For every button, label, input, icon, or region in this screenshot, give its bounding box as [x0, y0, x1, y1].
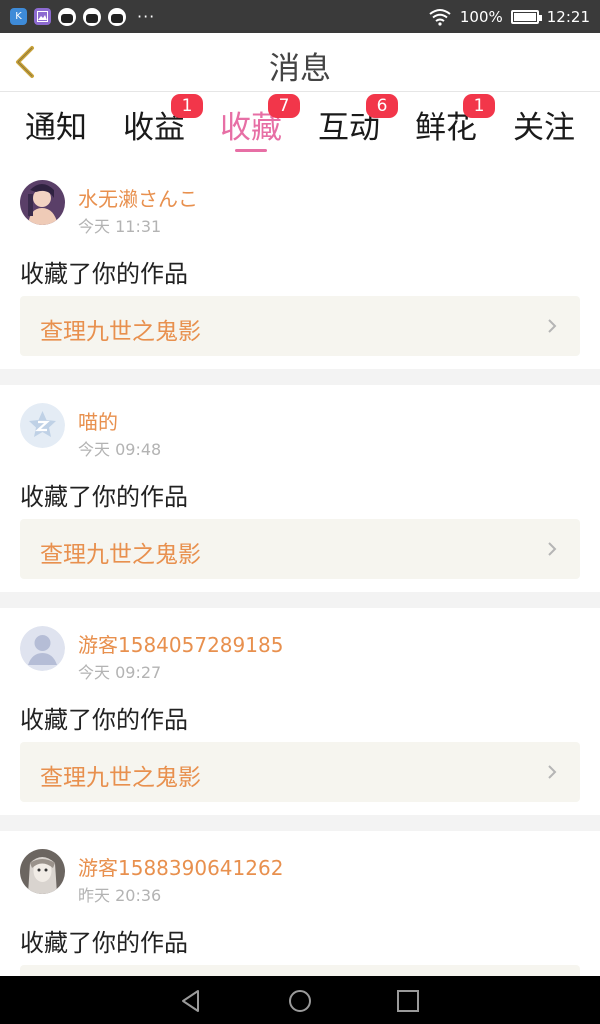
pet-app-icon	[83, 7, 101, 26]
chevron-right-icon	[548, 765, 557, 779]
status-bar: K ··· 100% 12:21	[0, 0, 600, 33]
battery-icon	[510, 9, 542, 24]
pet-app-icon	[108, 7, 126, 26]
chevron-right-icon	[548, 319, 557, 333]
unread-badge: 7	[268, 94, 300, 118]
timestamp: 今天 11:31	[78, 217, 162, 236]
battery-percentage: 100%	[459, 7, 503, 26]
action-text: 收藏了你的作品	[20, 260, 188, 288]
pet-app-icon	[58, 7, 76, 26]
page-title: 消息	[269, 51, 331, 87]
work-link[interactable]: 查理九世之鬼影	[20, 519, 580, 579]
tab-follows[interactable]: 关注	[499, 102, 589, 158]
tab-notifications[interactable]: 通知	[11, 102, 101, 158]
clock: 12:21	[546, 7, 590, 26]
list-item: 游客1584057289185 今天 09:27 收藏了你的作品 查理九世之鬼影	[0, 608, 600, 815]
list-item: 喵的 今天 09:48 收藏了你的作品 查理九世之鬼影	[0, 385, 600, 592]
action-text: 收藏了你的作品	[20, 929, 188, 957]
username[interactable]: 水无濑さんこ	[78, 183, 198, 212]
header-bar: 消息	[0, 33, 600, 92]
chevron-right-icon	[548, 542, 557, 556]
unread-badge: 1	[463, 94, 495, 118]
work-title: 查理九世之鬼影	[40, 765, 201, 791]
tab-interactions[interactable]: 互动 6	[304, 94, 398, 158]
username[interactable]: 游客1588390641262	[78, 852, 283, 881]
action-text: 收藏了你的作品	[20, 483, 188, 511]
home-circle-icon[interactable]	[287, 988, 313, 1014]
tab-flowers[interactable]: 鲜花 1	[401, 94, 495, 158]
recents-square-icon[interactable]	[395, 988, 421, 1014]
unread-badge: 6	[366, 94, 398, 118]
timestamp: 今天 09:48	[78, 440, 162, 459]
action-text: 收藏了你的作品	[20, 706, 188, 734]
tab-earnings[interactable]: 收益 1	[109, 94, 203, 158]
tab-label: 关注	[513, 110, 575, 146]
avatar[interactable]	[20, 180, 65, 225]
username[interactable]: 喵的	[78, 406, 118, 435]
system-nav-bar	[0, 976, 600, 1024]
avatar[interactable]	[20, 403, 65, 448]
gallery-icon	[34, 8, 51, 25]
wifi-icon	[429, 8, 451, 26]
list-item: 水无濑さんこ 今天 11:31 收藏了你的作品 查理九世之鬼影	[0, 162, 600, 369]
back-triangle-icon[interactable]	[178, 988, 204, 1014]
work-title: 查理九世之鬼影	[40, 319, 201, 345]
more-notifications-icon: ···	[137, 7, 156, 26]
app-k-icon: K	[10, 8, 27, 25]
username[interactable]: 游客1584057289185	[78, 629, 283, 658]
timestamp: 今天 09:27	[78, 663, 162, 682]
tab-bar: 通知 收益 1 收藏 7 互动 6 鲜花 1 关注	[0, 92, 600, 162]
work-title: 查理九世之鬼影	[40, 542, 201, 568]
work-link[interactable]: 查理九世之鬼影	[20, 742, 580, 802]
tab-label: 通知	[25, 110, 87, 146]
active-tab-indicator	[235, 149, 267, 152]
avatar[interactable]	[20, 849, 65, 894]
tab-favorites[interactable]: 收藏 7	[206, 94, 300, 158]
timestamp: 昨天 20:36	[78, 886, 162, 905]
work-link[interactable]: 查理九世之鬼影	[20, 296, 580, 356]
avatar[interactable]	[20, 626, 65, 671]
unread-badge: 1	[171, 94, 203, 118]
